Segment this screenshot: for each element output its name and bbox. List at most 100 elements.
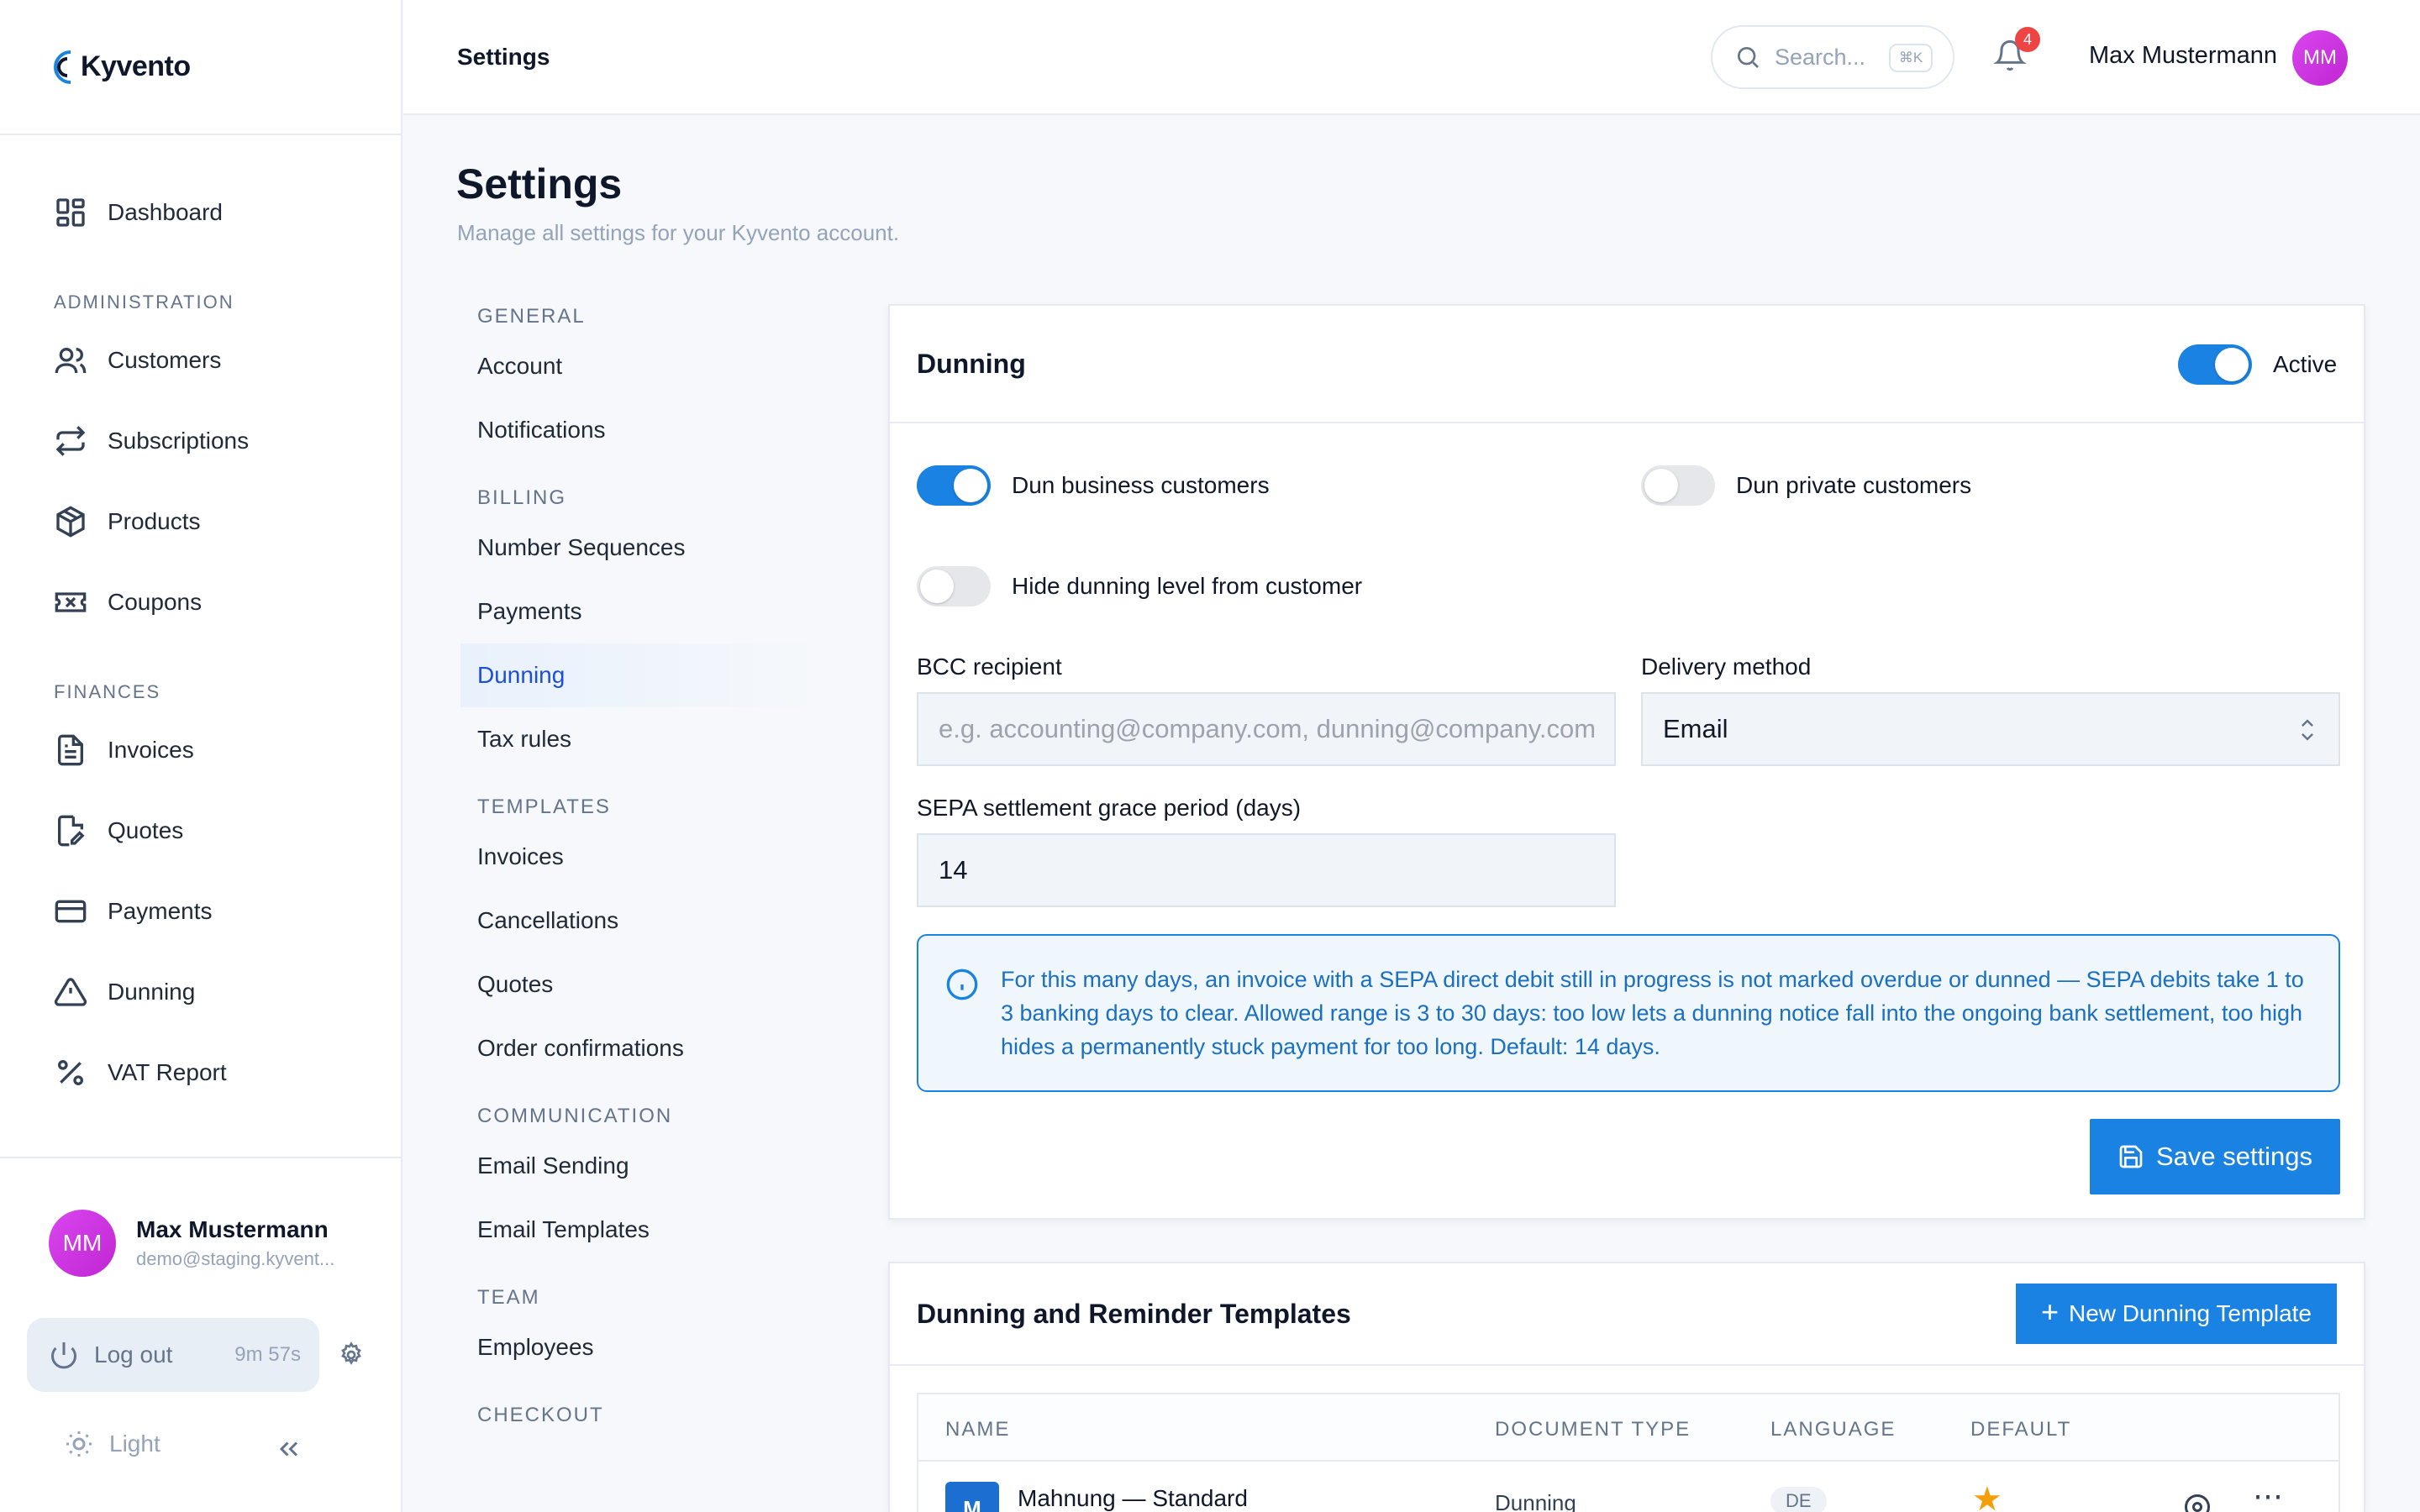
warning-triangle-icon	[54, 978, 87, 1006]
new-dunning-template-button[interactable]: + New Dunning Template	[2016, 1284, 2337, 1344]
dunning-templates-card: Dunning and Reminder Templates + New Dun…	[888, 1262, 2365, 1512]
new-template-label: New Dunning Template	[2069, 1300, 2312, 1326]
user-email: demo@staging.kyvent...	[136, 1248, 335, 1269]
nav-item-coupons[interactable]: Coupons	[0, 562, 401, 643]
nav-item-invoices[interactable]: Invoices	[0, 710, 401, 790]
templates-table: NAME DOCUMENT TYPE LANGUAGE DEFAULT M Ma…	[917, 1393, 2340, 1512]
box-icon	[56, 506, 85, 538]
logo[interactable]: Kyvento	[0, 0, 401, 135]
repeat-icon	[55, 426, 86, 456]
dun-business-toggle[interactable]	[917, 465, 991, 506]
page-title: Settings	[456, 160, 623, 207]
collapse-sidebar-icon[interactable]	[274, 1434, 304, 1464]
info-box: For this many days, an invoice with a SE…	[917, 934, 2340, 1092]
file-text-icon	[58, 734, 83, 766]
settings-section-billing: BILLING	[477, 486, 567, 509]
settings-item-cancellations[interactable]: Cancellations	[477, 889, 839, 953]
toggle-knob	[1644, 469, 1678, 502]
ticket-icon	[55, 592, 87, 612]
avatar[interactable]: MM	[2292, 30, 2348, 86]
search-placeholder: Search...	[1775, 44, 1866, 70]
template-document-type: Dunning	[1495, 1490, 1576, 1512]
settings-section-communication: COMMUNICATION	[477, 1105, 673, 1127]
grace-period-input[interactable]: 14	[917, 833, 1616, 907]
nav-item-dashboard[interactable]: Dashboard	[0, 172, 401, 253]
nav-item-products[interactable]: Products	[0, 481, 401, 562]
sidebar-footer: MM Max Mustermann demo@staging.kyvent...…	[0, 1157, 402, 1512]
nav-section-administration: ADMINISTRATION	[54, 291, 234, 312]
nav-label: Payments	[108, 898, 213, 924]
nav-item-quotes[interactable]: Quotes	[0, 790, 401, 871]
sun-icon	[66, 1431, 92, 1457]
main-nav: Dashboard ADMINISTRATION Customers Subsc…	[0, 135, 401, 1113]
nav-item-subscriptions[interactable]: Subscriptions	[0, 401, 401, 481]
gear-icon[interactable]	[338, 1341, 365, 1368]
settings-item-account[interactable]: Account	[477, 334, 839, 398]
power-icon	[51, 1342, 76, 1369]
session-timer: 9m 57s	[234, 1343, 301, 1366]
settings-item-quotes[interactable]: Quotes	[477, 953, 839, 1016]
col-document-type: DOCUMENT TYPE	[1495, 1418, 1691, 1441]
notification-badge: 4	[2015, 27, 2040, 52]
language-badge: DE	[1770, 1487, 1827, 1512]
nav-item-dunning[interactable]: Dunning	[0, 952, 401, 1032]
grace-period-label: SEPA settlement grace period (days)	[917, 795, 1302, 821]
preview-icon[interactable]	[2182, 1492, 2212, 1512]
kyvento-logo-icon	[54, 50, 71, 84]
settings-item-invoices[interactable]: Invoices	[477, 825, 839, 889]
settings-item-order-confirmations[interactable]: Order confirmations	[477, 1016, 839, 1080]
theme-toggle[interactable]: Light	[64, 1429, 160, 1459]
settings-nav: GENERAL Account Notifications BILLING Nu…	[460, 299, 839, 1433]
nav-label: Dashboard	[108, 199, 223, 225]
avatar: MM	[49, 1210, 116, 1277]
nav-label: Invoices	[108, 737, 194, 763]
settings-item-tax-rules[interactable]: Tax rules	[477, 707, 839, 771]
delivery-method-select[interactable]: Email	[1641, 692, 2340, 766]
nav-item-customers[interactable]: Customers	[0, 320, 401, 401]
nav-label: Coupons	[108, 589, 203, 615]
settings-item-email-sending[interactable]: Email Sending	[477, 1134, 839, 1198]
more-options-icon[interactable]: ⋯	[2253, 1478, 2283, 1512]
nav-section-finances: FINANCES	[54, 681, 161, 702]
template-name: Mahnung — Standard	[1018, 1485, 1248, 1511]
sidebar: Kyvento Dashboard ADMINISTRATION Custome…	[0, 0, 402, 1512]
card-header: Dunning Active	[890, 306, 2364, 423]
bcc-input[interactable]: e.g. accounting@company.com, dunning@com…	[917, 692, 1616, 766]
topbar-user-name[interactable]: Max Mustermann	[2089, 42, 2277, 70]
save-settings-button[interactable]: Save settings	[2090, 1119, 2340, 1194]
chevron-updown-icon	[2302, 719, 2313, 741]
credit-card-icon	[55, 900, 87, 923]
file-edit-icon	[58, 815, 85, 847]
table-row[interactable]: M Mahnung — Standard Dunning DE ★ ⋯	[918, 1462, 2338, 1512]
settings-item-dunning[interactable]: Dunning	[460, 643, 822, 707]
nav-label: Customers	[108, 347, 222, 373]
settings-item-number-sequences[interactable]: Number Sequences	[477, 516, 839, 580]
col-default: DEFAULT	[1970, 1418, 2072, 1441]
hide-level-label: Hide dunning level from customer	[1012, 573, 1363, 599]
users-icon	[55, 348, 87, 374]
nav-label: Dunning	[108, 979, 196, 1005]
user-card[interactable]: MM Max Mustermann demo@staging.kyvent...	[27, 1189, 373, 1298]
logo-text: Kyvento	[81, 50, 191, 82]
settings-item-email-templates[interactable]: Email Templates	[477, 1198, 839, 1262]
info-icon	[946, 969, 978, 1000]
col-language: LANGUAGE	[1770, 1418, 1897, 1441]
dun-private-toggle[interactable]	[1641, 465, 1715, 506]
delivery-method-label: Delivery method	[1641, 654, 1812, 680]
logout-button[interactable]: Log out 9m 57s	[27, 1318, 319, 1392]
settings-item-employees[interactable]: Employees	[477, 1315, 839, 1379]
breadcrumb: Settings	[457, 44, 550, 70]
page-subtitle: Manage all settings for your Kyvento acc…	[457, 220, 900, 245]
info-text: For this many days, an invoice with a SE…	[1001, 967, 2304, 1059]
active-toggle[interactable]	[2178, 344, 2252, 385]
nav-item-payments[interactable]: Payments	[0, 871, 401, 952]
settings-item-payments[interactable]: Payments	[477, 580, 839, 643]
active-label: Active	[2273, 351, 2338, 377]
toggle-knob	[954, 469, 987, 502]
hide-level-toggle[interactable]	[917, 566, 991, 606]
nav-item-vat-report[interactable]: VAT Report	[0, 1032, 401, 1113]
card-title: Dunning	[917, 348, 1026, 379]
settings-item-notifications[interactable]: Notifications	[477, 398, 839, 462]
search-input[interactable]: Search... ⌘K	[1711, 25, 1954, 89]
settings-section-templates: TEMPLATES	[477, 795, 611, 818]
